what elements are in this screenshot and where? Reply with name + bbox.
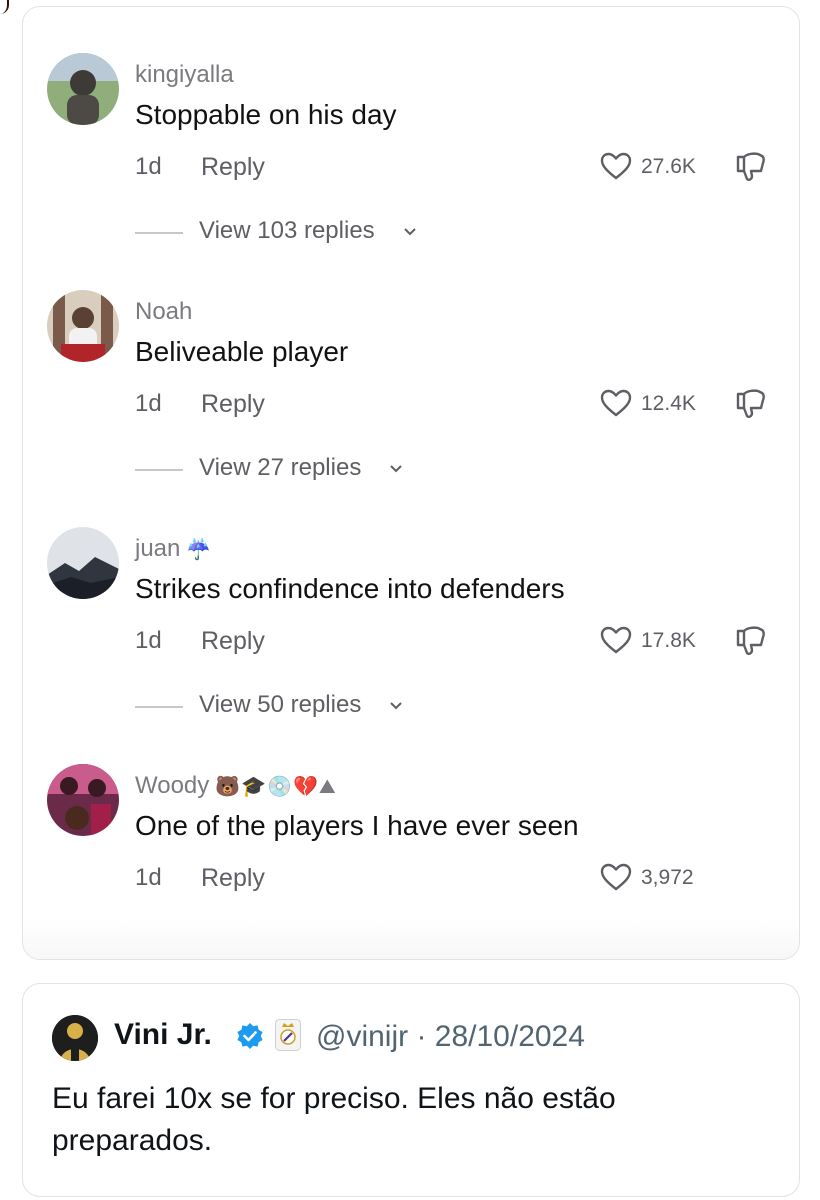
heart-icon bbox=[600, 863, 632, 891]
view-replies-label: View 50 replies bbox=[199, 691, 362, 718]
comment-meta: 1d Reply 17.8K bbox=[135, 623, 799, 657]
heart-icon bbox=[600, 626, 632, 654]
divider bbox=[135, 706, 183, 708]
tweet-handle-date: @vinijr · 28/10/2024 bbox=[316, 1020, 585, 1053]
comment-username[interactable]: kingiyalla bbox=[135, 61, 234, 89]
dislike-icon bbox=[736, 152, 765, 181]
comment-meta: 1d Reply 12.4K bbox=[135, 386, 799, 420]
view-replies-button[interactable]: View 27 replies bbox=[135, 454, 425, 484]
tweet-text: Eu farei 10x se for preciso. Eles não es… bbox=[52, 1082, 616, 1157]
view-replies-label: View 103 replies bbox=[199, 217, 375, 244]
dislike-button[interactable] bbox=[733, 149, 769, 185]
tweet-display-name[interactable]: Vini Jr. bbox=[114, 1018, 212, 1052]
edge-mark bbox=[0, 0, 9, 14]
username-emoji: 🐻🎓💿💔⛰ bbox=[215, 776, 337, 798]
dislike-icon bbox=[736, 626, 765, 655]
chevron-down-icon bbox=[390, 702, 402, 710]
chevron-down-icon bbox=[404, 228, 416, 236]
heart-icon bbox=[600, 389, 632, 417]
comment-text: Stoppable on his day bbox=[135, 99, 397, 130]
heart-icon bbox=[600, 152, 632, 180]
divider bbox=[135, 232, 183, 234]
avatar[interactable] bbox=[47, 764, 119, 836]
dislike-icon bbox=[736, 389, 765, 418]
reply-button[interactable]: Reply bbox=[201, 390, 265, 419]
tweet-avatar[interactable] bbox=[52, 1015, 98, 1061]
comment-username[interactable]: Woody 🐻🎓💿💔⛰ bbox=[135, 772, 337, 800]
comment-username[interactable]: juan ☔ bbox=[135, 535, 212, 563]
like-count: 17.8K bbox=[641, 629, 696, 652]
dislike-button[interactable] bbox=[733, 386, 769, 422]
comments-screenshot: kingiyalla Stoppable on his day 1d Reply… bbox=[22, 6, 800, 960]
avatar[interactable] bbox=[47, 527, 119, 599]
comment-text: Beliveable player bbox=[135, 336, 349, 367]
comment-meta: 1d Reply 27.6K bbox=[135, 149, 799, 183]
comment-time: 1d bbox=[135, 864, 162, 891]
bottom-fade bbox=[23, 919, 799, 959]
view-replies-button[interactable]: View 103 replies bbox=[135, 217, 435, 247]
club-crest-icon bbox=[275, 1019, 301, 1051]
comment-time: 1d bbox=[135, 390, 162, 417]
reply-button[interactable]: Reply bbox=[201, 627, 265, 656]
like-count: 3,972 bbox=[641, 866, 694, 889]
reply-button[interactable]: Reply bbox=[201, 153, 265, 182]
comment-username[interactable]: Noah bbox=[135, 298, 192, 326]
like-count: 12.4K bbox=[641, 392, 696, 415]
view-replies-button[interactable]: View 50 replies bbox=[135, 691, 435, 721]
avatar[interactable] bbox=[47, 53, 119, 125]
comment-text: Strikes confindence into defenders bbox=[135, 573, 565, 604]
quoted-tweet[interactable]: Vini Jr. @vinijr · 28/10/2024 Eu farei 1… bbox=[22, 983, 800, 1197]
comment-text: One of the players I have ever seen bbox=[135, 810, 579, 841]
chevron-down-icon bbox=[390, 465, 402, 473]
divider bbox=[135, 469, 183, 471]
avatar[interactable] bbox=[47, 290, 119, 362]
reply-button[interactable]: Reply bbox=[201, 864, 265, 893]
comment-time: 1d bbox=[135, 153, 162, 180]
like-count: 27.6K bbox=[641, 155, 696, 178]
verified-badge-icon bbox=[237, 1023, 263, 1049]
username-emoji: ☔ bbox=[186, 539, 213, 561]
view-replies-label: View 27 replies bbox=[199, 454, 362, 481]
dislike-button[interactable] bbox=[733, 623, 769, 659]
comment-time: 1d bbox=[135, 627, 162, 654]
comment-meta: 1d Reply 3,972 bbox=[135, 860, 799, 894]
